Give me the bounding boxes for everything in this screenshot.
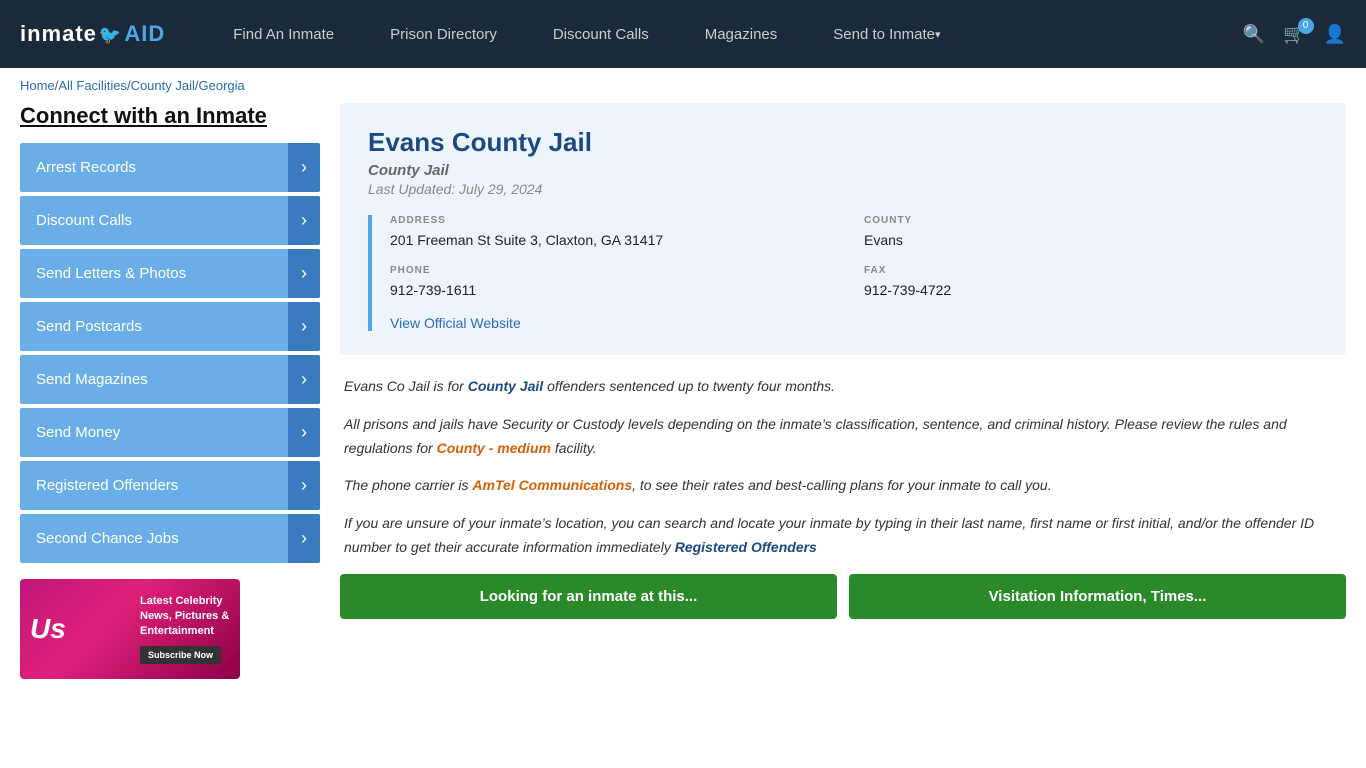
sidebar-send-money-label: Send Money: [36, 424, 120, 441]
user-icon[interactable]: 👤: [1324, 24, 1346, 45]
header: inmate🐦AID Find An Inmate Prison Directo…: [0, 0, 1366, 68]
sidebar-arrest-records-label: Arrest Records: [36, 159, 136, 176]
amtel-link[interactable]: AmTel Communications: [472, 477, 632, 493]
cart-icon[interactable]: 🛒0: [1283, 24, 1305, 45]
nav-send-to-inmate[interactable]: Send to Inmate: [805, 0, 968, 68]
desc-para4: If you are unsure of your inmate’s locat…: [344, 512, 1342, 560]
county-label: COUNTY: [864, 215, 1318, 226]
main-layout: Connect with an Inmate Arrest Records › …: [0, 103, 1366, 699]
fax-value: 912-739-4722: [864, 280, 1318, 301]
logo[interactable]: inmate🐦AID: [20, 21, 165, 47]
chevron-right-icon: ›: [288, 249, 320, 298]
breadcrumb-all-facilities[interactable]: All Facilities: [58, 78, 127, 93]
facility-card: Evans County Jail County Jail Last Updat…: [340, 103, 1346, 355]
sidebar-arrest-records[interactable]: Arrest Records ›: [20, 143, 320, 192]
search-icon[interactable]: 🔍: [1243, 24, 1265, 45]
sidebar-send-postcards[interactable]: Send Postcards ›: [20, 302, 320, 351]
nav-prison-directory[interactable]: Prison Directory: [362, 0, 525, 68]
ad-subscribe-button[interactable]: Subscribe Now: [140, 646, 221, 665]
desc-para1: Evans Co Jail is for County Jail offende…: [344, 375, 1342, 399]
fax-label: FAX: [864, 265, 1318, 276]
logo-bird: 🐦: [99, 25, 122, 45]
phone-group: PHONE 912-739-1611: [390, 265, 844, 301]
sidebar-send-magazines-label: Send Magazines: [36, 371, 148, 388]
ad-line1: Latest Celebrity: [140, 594, 230, 609]
sidebar-second-chance-label: Second Chance Jobs: [36, 530, 179, 547]
ad-content: Latest Celebrity News, Pictures & Entert…: [130, 584, 240, 675]
main-nav: Find An Inmate Prison Directory Discount…: [205, 0, 1243, 68]
ad-logo: Us: [30, 613, 66, 645]
sidebar-send-letters-label: Send Letters & Photos: [36, 265, 186, 282]
facility-updated: Last Updated: July 29, 2024: [368, 181, 1318, 197]
ad-line2: News, Pictures &: [140, 609, 230, 624]
chevron-right-icon: ›: [288, 355, 320, 404]
visitation-info-button[interactable]: Visitation Information, Times...: [849, 574, 1346, 619]
desc-para2-after: facility.: [551, 440, 597, 456]
facility-info: ADDRESS 201 Freeman St Suite 3, Claxton,…: [368, 215, 1318, 331]
sidebar-send-money[interactable]: Send Money ›: [20, 408, 320, 457]
desc-para1-before: Evans Co Jail is for: [344, 378, 468, 394]
address-label: ADDRESS: [390, 215, 844, 226]
chevron-right-icon: ›: [288, 461, 320, 510]
county-value: Evans: [864, 230, 1318, 251]
county-group: COUNTY Evans: [864, 215, 1318, 251]
nav-discount-calls[interactable]: Discount Calls: [525, 0, 677, 68]
looking-for-inmate-button[interactable]: Looking for an inmate at this...: [340, 574, 837, 619]
header-icons: 🔍 🛒0 👤: [1243, 24, 1346, 45]
chevron-right-icon: ›: [288, 514, 320, 563]
sidebar-discount-calls-label: Discount Calls: [36, 212, 132, 229]
breadcrumb: Home / All Facilities / County Jail / Ge…: [0, 68, 1366, 103]
breadcrumb-georgia[interactable]: Georgia: [199, 78, 245, 93]
sidebar: Connect with an Inmate Arrest Records › …: [20, 103, 320, 679]
cart-badge: 0: [1298, 18, 1314, 34]
desc-para3-after: , to see their rates and best-calling pl…: [632, 477, 1051, 493]
sidebar-send-postcards-label: Send Postcards: [36, 318, 142, 335]
phone-value: 912-739-1611: [390, 280, 844, 301]
sidebar-send-magazines[interactable]: Send Magazines ›: [20, 355, 320, 404]
sidebar-registered-offenders[interactable]: Registered Offenders ›: [20, 461, 320, 510]
registered-offenders-link[interactable]: Registered Offenders: [675, 539, 817, 555]
desc-para1-after: offenders sentenced up to twenty four mo…: [543, 378, 835, 394]
main-content: Evans County Jail County Jail Last Updat…: [340, 103, 1346, 679]
fax-group: FAX 912-739-4722: [864, 265, 1318, 301]
logo-text: inmate🐦AID: [20, 21, 165, 47]
sidebar-menu: Arrest Records › Discount Calls › Send L…: [20, 143, 320, 563]
facility-type: County Jail: [368, 162, 1318, 179]
chevron-right-icon: ›: [288, 196, 320, 245]
desc-para3-before: The phone carrier is: [344, 477, 472, 493]
breadcrumb-county-jail[interactable]: County Jail: [131, 78, 195, 93]
logo-aid: AID: [124, 21, 165, 46]
chevron-right-icon: ›: [288, 302, 320, 351]
sidebar-registered-offenders-label: Registered Offenders: [36, 477, 178, 494]
nav-find-inmate[interactable]: Find An Inmate: [205, 0, 362, 68]
website-group: View Official Website: [390, 315, 1318, 331]
ad-banner[interactable]: Us Latest Celebrity News, Pictures & Ent…: [20, 579, 240, 679]
breadcrumb-home[interactable]: Home: [20, 78, 55, 93]
county-jail-link[interactable]: County Jail: [468, 378, 543, 394]
facility-description: Evans Co Jail is for County Jail offende…: [340, 375, 1346, 560]
chevron-right-icon: ›: [288, 143, 320, 192]
bottom-buttons: Looking for an inmate at this... Visitat…: [340, 574, 1346, 619]
desc-para4-text: If you are unsure of your inmate’s locat…: [344, 515, 1314, 555]
desc-para2: All prisons and jails have Security or C…: [344, 413, 1342, 461]
ad-line3: Entertainment: [140, 624, 230, 639]
address-group: ADDRESS 201 Freeman St Suite 3, Claxton,…: [390, 215, 844, 251]
facility-name: Evans County Jail: [368, 127, 1318, 158]
phone-label: PHONE: [390, 265, 844, 276]
county-medium-link[interactable]: County - medium: [437, 440, 551, 456]
sidebar-second-chance[interactable]: Second Chance Jobs ›: [20, 514, 320, 563]
address-value: 201 Freeman St Suite 3, Claxton, GA 3141…: [390, 230, 844, 251]
sidebar-title: Connect with an Inmate: [20, 103, 320, 129]
desc-para3: The phone carrier is AmTel Communication…: [344, 474, 1342, 498]
sidebar-send-letters[interactable]: Send Letters & Photos ›: [20, 249, 320, 298]
chevron-right-icon: ›: [288, 408, 320, 457]
sidebar-discount-calls[interactable]: Discount Calls ›: [20, 196, 320, 245]
nav-magazines[interactable]: Magazines: [677, 0, 806, 68]
view-website-link[interactable]: View Official Website: [390, 315, 521, 331]
